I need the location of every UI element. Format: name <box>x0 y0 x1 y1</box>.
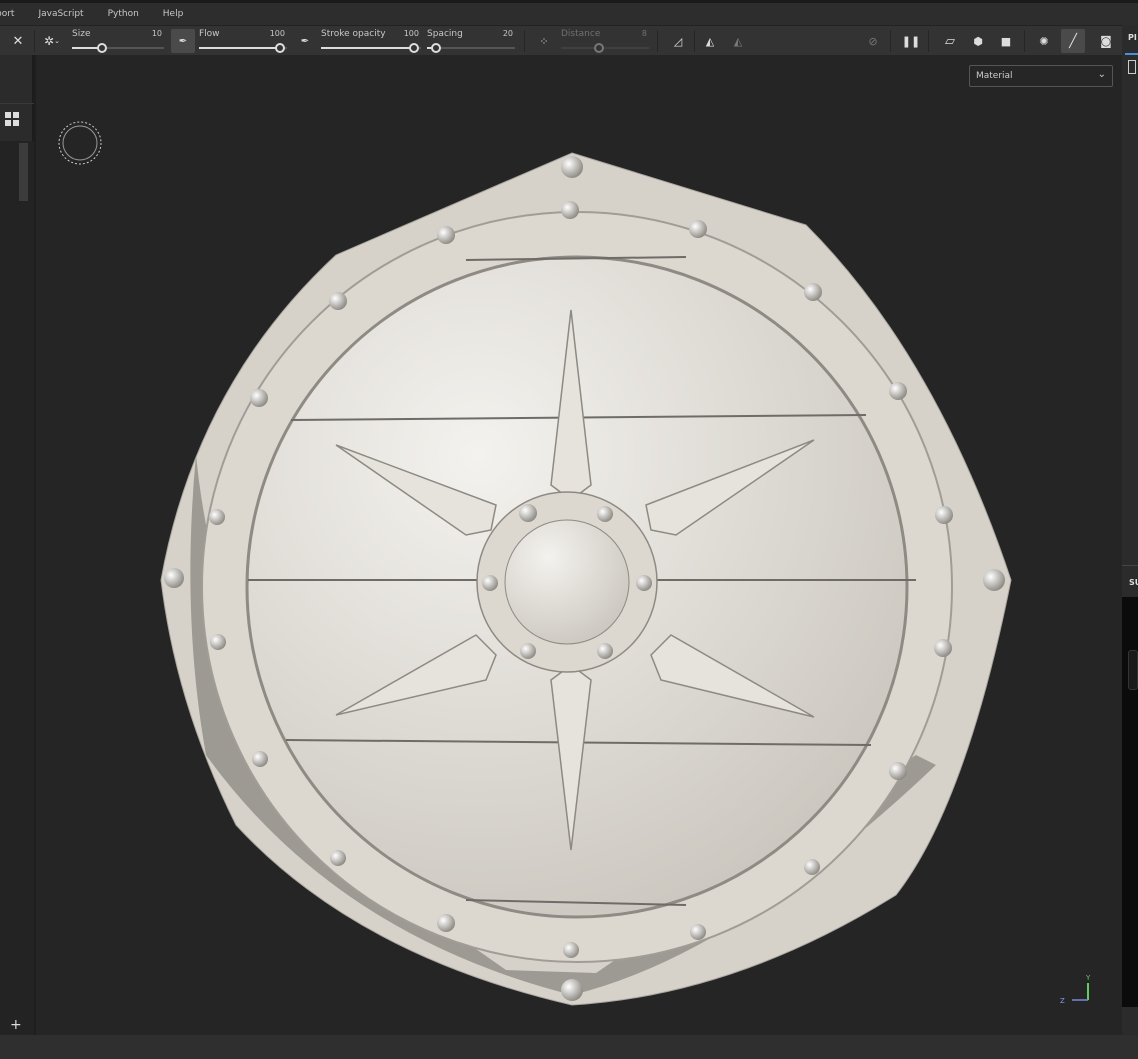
opacity-pressure-icon[interactable]: ✒ <box>293 29 317 53</box>
left-panel: + <box>0 55 34 1035</box>
menu-export[interactable]: port <box>0 9 26 19</box>
view-mode-icon[interactable]: ▱ <box>938 29 962 53</box>
bake-icon[interactable]: ✺ <box>1032 29 1056 53</box>
3d-viewport[interactable]: Material ⌄ Y Z <box>36 55 1122 1035</box>
grid-view-icon[interactable] <box>5 112 19 126</box>
panel-icon[interactable] <box>1128 60 1136 74</box>
brush-cursor <box>58 121 102 165</box>
symmetry-settings-icon[interactable]: ◭ <box>726 29 750 53</box>
hide-icon[interactable]: ⊘ <box>861 29 885 53</box>
axis-z-label: Z <box>1060 997 1065 1005</box>
camera-icon[interactable]: ■ <box>994 29 1018 53</box>
axis-gizmo: Y Z <box>1060 974 1091 1005</box>
menu-help[interactable]: Help <box>151 9 196 19</box>
properties-tab[interactable]: PI <box>1128 33 1137 42</box>
distance-slider[interactable]: Distance 8 <box>561 28 649 54</box>
right-panel: PI SU <box>1122 25 1138 1035</box>
menu-bar: port JavaScript Python Help <box>0 0 1138 25</box>
size-slider[interactable]: Size 10 <box>72 28 164 54</box>
brush-alpha-icon[interactable]: ✲ ⌄ <box>40 29 64 53</box>
pause-icon[interactable]: ❚❚ <box>899 29 923 53</box>
menu-javascript[interactable]: JavaScript <box>26 9 95 19</box>
lazy-mouse-icon[interactable]: ⁘ <box>532 29 556 53</box>
add-icon[interactable]: + <box>10 1017 22 1033</box>
center-boss <box>504 519 630 645</box>
menu-python[interactable]: Python <box>96 9 151 19</box>
flow-pressure-icon[interactable]: ✒ <box>171 29 195 53</box>
flow-slider[interactable]: Flow 100 <box>199 28 287 54</box>
tool-properties-bar: ✕ ✲ ⌄ Size 10 ✒ Flow 100 ✒ Stroke opacity 10… <box>0 25 1128 55</box>
shelf-tab[interactable]: SU <box>1129 578 1138 587</box>
paint-mode-icon[interactable]: ╱ <box>1061 29 1085 53</box>
scrollbar[interactable] <box>19 143 28 201</box>
symmetry-icon[interactable]: ◭ <box>698 29 722 53</box>
screenshot-icon[interactable]: ◙ <box>1094 29 1118 53</box>
display-cube-icon[interactable]: ⬢ <box>966 29 990 53</box>
alignment-icon[interactable]: ◿ <box>666 29 690 53</box>
axis-y-label: Y <box>1085 974 1091 982</box>
stroke-opacity-slider[interactable]: Stroke opacity 100 <box>321 28 421 54</box>
spacing-slider[interactable]: Spacing 20 <box>427 28 515 54</box>
shield-model: Y Z <box>58 121 1091 1006</box>
close-icon[interactable]: ✕ <box>6 29 30 53</box>
status-bar <box>0 1035 1138 1059</box>
